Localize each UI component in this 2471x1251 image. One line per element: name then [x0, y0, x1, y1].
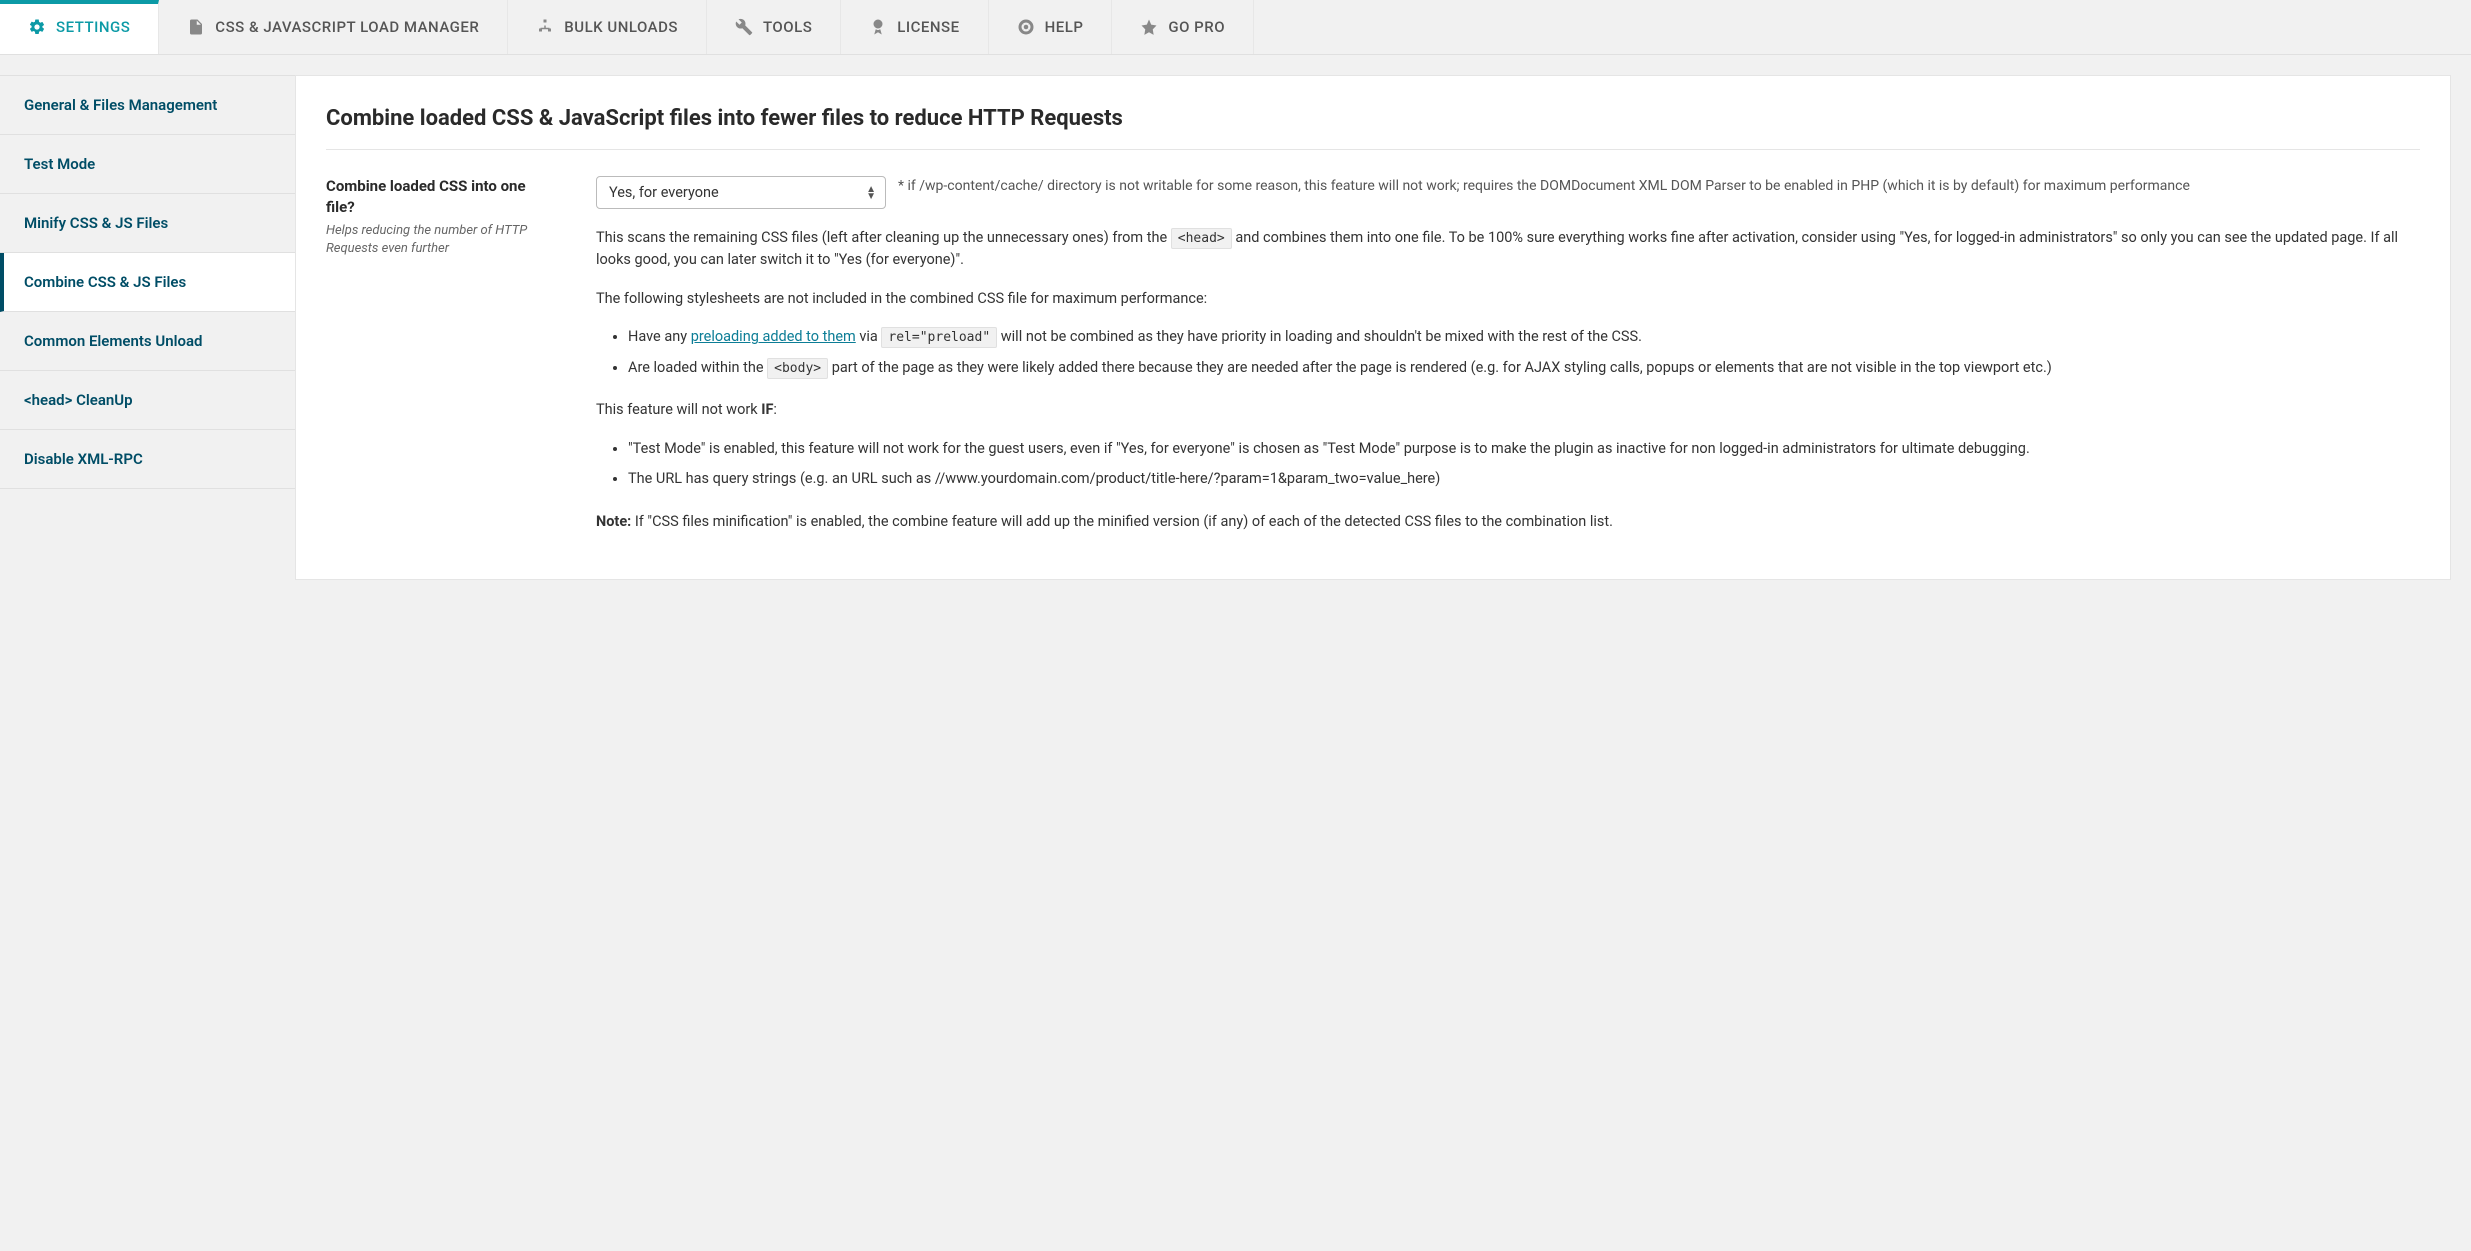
- sitemap-icon: [536, 18, 554, 36]
- conditions-list: "Test Mode" is enabled, this feature wil…: [596, 438, 2420, 491]
- tab-bulk-unloads[interactable]: BULK UNLOADS: [508, 0, 707, 54]
- code-rel-preload: rel="preload": [881, 327, 997, 348]
- tab-help[interactable]: HELP: [989, 0, 1113, 54]
- settings-content: Combine loaded CSS & JavaScript files in…: [295, 75, 2451, 580]
- sidebar-item-label: Test Mode: [24, 155, 95, 173]
- setting-label-title: Combine loaded CSS into one file?: [326, 176, 556, 218]
- sidebar-item-head-cleanup[interactable]: <head> CleanUp: [0, 371, 295, 430]
- sidebar-item-general[interactable]: General & Files Management: [0, 75, 295, 135]
- list-item: "Test Mode" is enabled, this feature wil…: [628, 438, 2420, 460]
- description-paragraph: This scans the remaining CSS files (left…: [596, 227, 2420, 272]
- page-title: Combine loaded CSS & JavaScript files in…: [326, 106, 2420, 150]
- description-paragraph: This feature will not work IF:: [596, 399, 2420, 421]
- sidebar-item-disable-xmlrpc[interactable]: Disable XML-RPC: [0, 430, 295, 489]
- tab-license[interactable]: LICENSE: [841, 0, 988, 54]
- combine-css-select[interactable]: Yes, for everyone: [596, 176, 886, 209]
- tab-settings[interactable]: SETTINGS: [0, 0, 159, 54]
- list-item: Have any preloading added to them via re…: [628, 326, 2420, 348]
- sidebar-item-label: Minify CSS & JS Files: [24, 214, 168, 232]
- sidebar-item-combine[interactable]: Combine CSS & JS Files: [0, 253, 295, 312]
- tab-label: GO PRO: [1168, 18, 1225, 36]
- tab-tools[interactable]: TOOLS: [707, 0, 841, 54]
- select-inline-note: * if /wp-content/cache/ directory is not…: [898, 176, 2420, 198]
- sidebar-item-label: Disable XML-RPC: [24, 450, 143, 468]
- tab-label: TOOLS: [763, 18, 812, 36]
- sidebar-item-common-unload[interactable]: Common Elements Unload: [0, 312, 295, 371]
- sidebar-item-label: <head> CleanUp: [24, 391, 133, 409]
- top-tabs: SETTINGS CSS & JAVASCRIPT LOAD MANAGER B…: [0, 0, 2471, 55]
- tab-label: SETTINGS: [56, 18, 130, 36]
- tab-label: HELP: [1045, 18, 1084, 36]
- file-icon: [187, 18, 205, 36]
- note-paragraph: Note: If "CSS files minification" is ena…: [596, 511, 2420, 533]
- wrench-icon: [735, 18, 753, 36]
- settings-sidebar: General & Files Management Test Mode Min…: [0, 55, 295, 580]
- code-body: <body>: [767, 358, 828, 379]
- exclusion-list: Have any preloading added to them via re…: [596, 326, 2420, 379]
- sidebar-item-label: Common Elements Unload: [24, 332, 202, 350]
- setting-label-help: Helps reducing the number of HTTP Reques…: [326, 222, 556, 258]
- list-item: Are loaded within the <body> part of the…: [628, 357, 2420, 379]
- sidebar-item-label: Combine CSS & JS Files: [24, 273, 186, 291]
- tab-go-pro[interactable]: GO PRO: [1112, 0, 1254, 54]
- award-icon: [869, 18, 887, 36]
- tab-label: LICENSE: [897, 18, 959, 36]
- gear-icon: [28, 18, 46, 36]
- sidebar-item-minify[interactable]: Minify CSS & JS Files: [0, 194, 295, 253]
- tab-css-js-manager[interactable]: CSS & JAVASCRIPT LOAD MANAGER: [159, 0, 508, 54]
- description-paragraph: The following stylesheets are not includ…: [596, 288, 2420, 310]
- tab-label: CSS & JAVASCRIPT LOAD MANAGER: [215, 18, 479, 36]
- tab-label: BULK UNLOADS: [564, 18, 678, 36]
- sidebar-item-label: General & Files Management: [24, 96, 217, 114]
- preloading-link[interactable]: preloading added to them: [691, 328, 856, 345]
- star-icon: [1140, 18, 1158, 36]
- sidebar-item-test-mode[interactable]: Test Mode: [0, 135, 295, 194]
- code-head: <head>: [1171, 228, 1232, 249]
- lifebuoy-icon: [1017, 18, 1035, 36]
- list-item: The URL has query strings (e.g. an URL s…: [628, 468, 2420, 490]
